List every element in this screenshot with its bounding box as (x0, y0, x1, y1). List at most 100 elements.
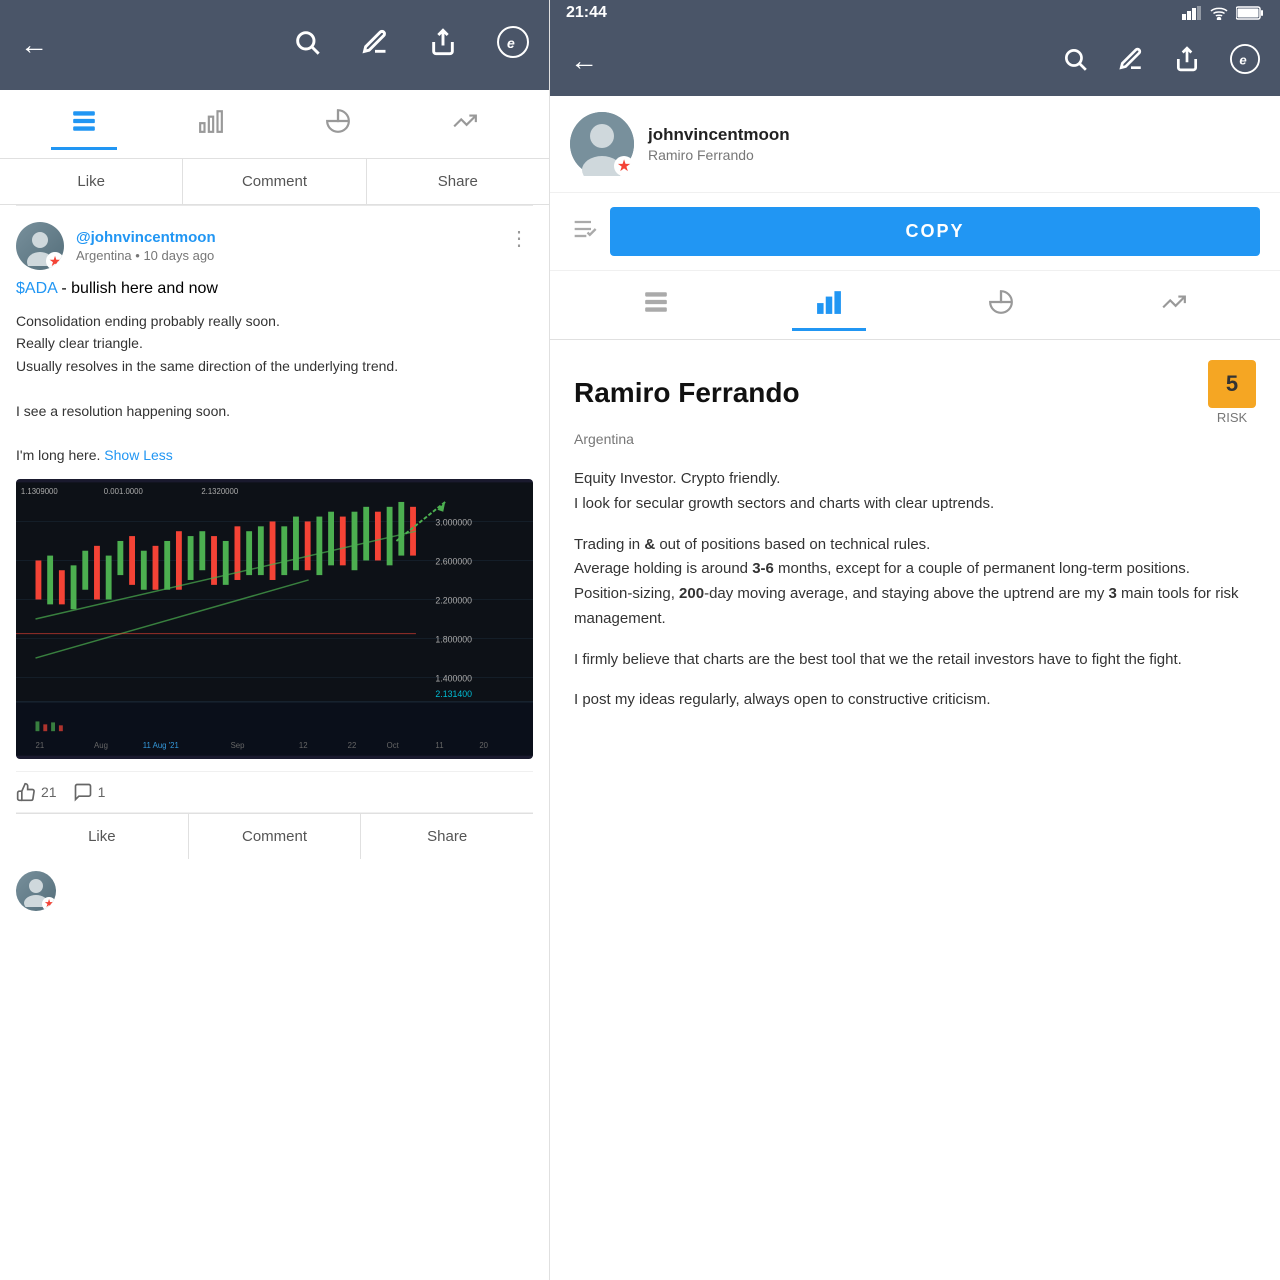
left-tabs (0, 90, 549, 159)
right-logo-icon: e (1230, 44, 1260, 79)
profile-star-badge: ★ (614, 156, 634, 176)
bio-believe: I firmly believe that charts are the bes… (574, 648, 1256, 673)
profile-realname: Ramiro Ferrando (648, 147, 790, 163)
risk-label: RISK (1217, 410, 1247, 425)
svg-text:3.000000: 3.000000 (435, 517, 472, 527)
bio-trading: Trading in & out of positions based on t… (574, 533, 1256, 632)
svg-text:1.800000: 1.800000 (435, 634, 472, 644)
likes-count: 21 (41, 784, 57, 800)
tab-trend[interactable] (432, 100, 498, 148)
svg-text:22: 22 (348, 740, 357, 749)
post-time: 10 days ago (143, 248, 214, 263)
more-options-icon[interactable]: ⋮ (505, 222, 533, 255)
comment-reaction-btn[interactable]: 1 (73, 782, 106, 802)
right-tab-pie[interactable] (964, 281, 1038, 329)
next-post-avatar[interactable]: ★ (16, 871, 56, 911)
like-button-top[interactable]: Like (0, 159, 183, 204)
right-edit-icon[interactable] (1118, 46, 1144, 77)
post-user: ★ @johnvincentmoon Argentina • 10 days a… (16, 222, 216, 270)
search-icon[interactable] (293, 28, 321, 63)
trader-name-row: Ramiro Ferrando 5 RISK (574, 360, 1256, 425)
user-meta: Argentina • 10 days ago (76, 248, 216, 263)
left-content: ★ @johnvincentmoon Argentina • 10 days a… (0, 206, 549, 1280)
bio-post: I post my ideas regularly, always open t… (574, 688, 1256, 713)
right-back-icon[interactable]: ← (570, 45, 598, 77)
post-actions: 21 1 (16, 771, 533, 813)
svg-text:1.400000: 1.400000 (435, 673, 472, 683)
right-share-icon[interactable] (1174, 46, 1200, 77)
svg-text:2.1320000: 2.1320000 (201, 487, 239, 496)
right-panel: 21:44 ← (550, 0, 1280, 1280)
comment-button-top[interactable]: Comment (183, 159, 366, 204)
like-reaction-btn[interactable]: 21 (16, 782, 57, 802)
svg-text:Sep: Sep (231, 740, 246, 749)
svg-text:2.131400: 2.131400 (435, 689, 472, 699)
signal-icon (1182, 6, 1202, 20)
status-icons (1182, 6, 1264, 20)
show-less-link[interactable]: Show Less (104, 447, 172, 463)
right-tab-chart[interactable] (792, 281, 866, 329)
tab-pie[interactable] (305, 100, 371, 148)
left-panel: ← e (0, 0, 550, 1280)
svg-text:12: 12 (299, 740, 308, 749)
trader-name: Ramiro Ferrando (574, 377, 800, 409)
post-title: $ADA - bullish here and now (16, 280, 533, 298)
svg-text:11: 11 (435, 740, 443, 749)
list-check-icon[interactable] (570, 215, 598, 249)
svg-text:2.200000: 2.200000 (435, 595, 472, 605)
risk-badge: 5 (1208, 360, 1256, 408)
profile-info: johnvincentmoon Ramiro Ferrando (648, 125, 790, 163)
copy-button[interactable]: COPY (610, 207, 1260, 256)
svg-text:21: 21 (36, 740, 45, 749)
svg-text:1.1309000: 1.1309000 (21, 487, 59, 496)
battery-icon (1236, 6, 1264, 20)
star-badge: ★ (46, 252, 64, 270)
svg-text:2.600000: 2.600000 (435, 556, 472, 566)
chart-image[interactable]: 3.000000 2.600000 2.200000 1.800000 1.40… (16, 479, 533, 759)
status-bar: 21:44 (550, 0, 1280, 26)
wifi-icon (1210, 6, 1228, 20)
user-info: @johnvincentmoon Argentina • 10 days ago (76, 229, 216, 263)
svg-text:Oct: Oct (387, 740, 400, 749)
share-icon[interactable] (429, 28, 457, 63)
right-header: ← e (550, 26, 1280, 96)
comment-button-bottom[interactable]: Comment (189, 814, 362, 859)
star-badge-next: ★ (42, 897, 56, 911)
like-button-bottom[interactable]: Like (16, 814, 189, 859)
back-icon[interactable]: ← (20, 29, 48, 61)
avatar[interactable]: ★ (16, 222, 64, 270)
right-content: Ramiro Ferrando 5 RISK Argentina Equity … (550, 340, 1280, 1280)
right-tabs (550, 271, 1280, 340)
bottom-action-bar: Like Comment Share (16, 813, 533, 859)
svg-text:e: e (1239, 52, 1246, 67)
next-post-preview: ★ (16, 859, 533, 923)
right-search-icon[interactable] (1062, 46, 1088, 77)
title-suffix: - bullish here and now (61, 280, 218, 297)
post-body: Consolidation ending probably really soo… (16, 310, 533, 467)
username[interactable]: @johnvincentmoon (76, 229, 216, 246)
profile-username[interactable]: johnvincentmoon (648, 125, 790, 145)
right-tab-feed[interactable] (619, 281, 693, 329)
trader-country: Argentina (574, 431, 1256, 447)
comments-count: 1 (98, 784, 106, 800)
svg-text:0.001.0000: 0.001.0000 (104, 487, 144, 496)
ticker[interactable]: $ADA (16, 280, 57, 297)
user-country: Argentina (76, 248, 132, 263)
tab-feed[interactable] (51, 100, 117, 148)
profile-avatar[interactable]: ★ (570, 112, 634, 176)
post-header: ★ @johnvincentmoon Argentina • 10 days a… (16, 222, 533, 270)
svg-text:Aug: Aug (94, 740, 108, 749)
svg-text:20: 20 (479, 740, 488, 749)
bio-section: Equity Investor. Crypto friendly. I look… (574, 467, 1256, 517)
right-tab-trend[interactable] (1137, 281, 1211, 329)
logo-icon: e (497, 26, 529, 65)
svg-text:11 Aug '21: 11 Aug '21 (143, 740, 179, 749)
share-button-bottom[interactable]: Share (361, 814, 533, 859)
tab-chart[interactable] (178, 100, 244, 148)
svg-text:e: e (507, 35, 515, 51)
share-button-top[interactable]: Share (367, 159, 549, 204)
edit-icon[interactable] (361, 28, 389, 63)
copy-section: COPY (550, 193, 1280, 271)
right-header-icons: e (1062, 44, 1260, 79)
left-header: ← e (0, 0, 549, 90)
